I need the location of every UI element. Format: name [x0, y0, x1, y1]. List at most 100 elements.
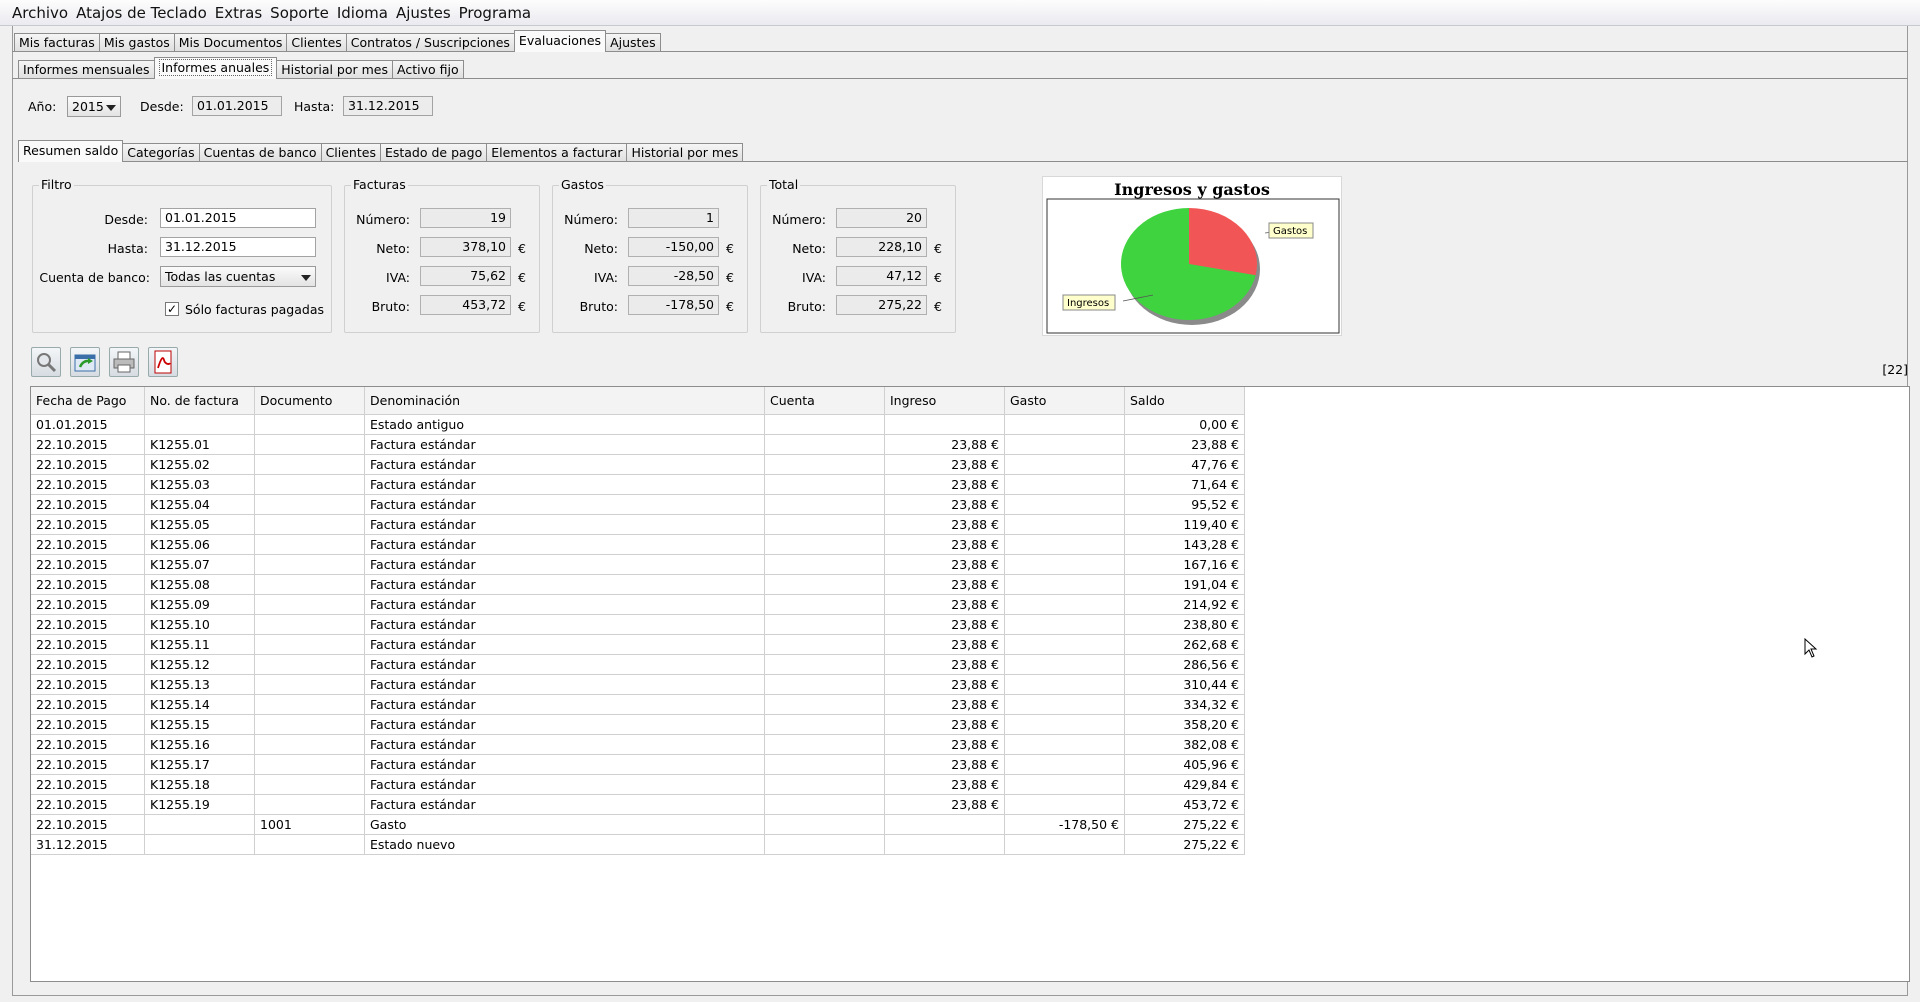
table-row[interactable]: 22.10.2015 K1255.19 Factura estándar 23,88 … — [31, 795, 1245, 815]
menu-archivo[interactable]: Archivo — [12, 4, 68, 22]
export-button[interactable] — [70, 347, 100, 377]
table-cell — [765, 655, 885, 675]
year-select[interactable]: 2015 — [67, 96, 121, 117]
table-cell: K1255.16 — [145, 735, 255, 755]
paid-only-checkbox[interactable]: ✓ — [165, 302, 179, 316]
filter-to-field[interactable]: 31.12.2015 — [160, 237, 316, 257]
table-cell: 22.10.2015 — [31, 595, 145, 615]
table-cell — [1005, 695, 1125, 715]
pie-label-gastos: Gastos — [1273, 226, 1307, 237]
table-cell — [1005, 635, 1125, 655]
tab-evaluaciones[interactable]: Evaluaciones — [513, 30, 607, 52]
tab-report-historial-por-mes[interactable]: Historial por mes — [626, 143, 744, 162]
menu-ajustes[interactable]: Ajustes — [396, 4, 451, 22]
table-cell — [765, 735, 885, 755]
tab-estado-de-pago[interactable]: Estado de pago — [379, 143, 488, 162]
table-row[interactable]: 22.10.2015 K1255.03 Factura estándar 23,88 … — [31, 475, 1245, 495]
print-button[interactable] — [109, 347, 139, 377]
table-row[interactable]: 22.10.2015 K1255.09 Factura estándar 23,88 … — [31, 595, 1245, 615]
table-row[interactable]: 22.10.2015 1001 Gasto -178,50 €275,22 € — [31, 815, 1245, 835]
magnifier-icon — [37, 353, 57, 373]
table-row[interactable]: 22.10.2015 K1255.02 Factura estándar 23,88 … — [31, 455, 1245, 475]
table-row[interactable]: 22.10.2015 K1255.11 Factura estándar 23,88 … — [31, 635, 1245, 655]
table-row[interactable]: 31.12.2015 Estado nuevo 275,22 € — [31, 835, 1245, 855]
tab-cuentas-de-banco[interactable]: Cuentas de banco — [198, 143, 322, 162]
table-cell: 0,00 € — [1125, 415, 1245, 435]
table-cell: K1255.15 — [145, 715, 255, 735]
table-cell — [1005, 655, 1125, 675]
period-to-label: Hasta: — [294, 99, 335, 114]
tab-categorias[interactable]: Categorías — [122, 143, 200, 162]
tab-mis-facturas[interactable]: Mis facturas — [14, 33, 100, 52]
column-header[interactable]: No. de factura — [145, 387, 255, 415]
table-cell: 262,68 € — [1125, 635, 1245, 655]
menu-soporte[interactable]: Soporte — [270, 4, 329, 22]
tab-informes-mensuales[interactable]: Informes mensuales — [18, 60, 155, 79]
tab-clientes[interactable]: Clientes — [286, 33, 347, 52]
paid-only-label: Sólo facturas pagadas — [185, 302, 325, 317]
table-cell — [255, 735, 365, 755]
menu-programa[interactable]: Programa — [459, 4, 531, 22]
column-header[interactable]: Cuenta — [765, 387, 885, 415]
menu-atajos-de-teclado[interactable]: Atajos de Teclado — [76, 4, 207, 22]
table-row[interactable]: 22.10.2015 K1255.05 Factura estándar 23,88 … — [31, 515, 1245, 535]
column-header[interactable]: Gasto — [1005, 387, 1125, 415]
menu-idioma[interactable]: Idioma — [337, 4, 388, 22]
table-row[interactable]: 22.10.2015 K1255.16 Factura estándar 23,88 … — [31, 735, 1245, 755]
menu-extras[interactable]: Extras — [215, 4, 262, 22]
table-cell: 214,92 € — [1125, 595, 1245, 615]
summary-neto-label: Neto: — [376, 241, 410, 256]
column-header[interactable]: Ingreso — [885, 387, 1005, 415]
table-row[interactable]: 22.10.2015 K1255.06 Factura estándar 23,88 … — [31, 535, 1245, 555]
table-row[interactable]: 22.10.2015 K1255.07 Factura estándar 23,88 … — [31, 555, 1245, 575]
table-cell: Gasto — [365, 815, 765, 835]
search-button[interactable] — [31, 347, 61, 377]
tab-informes-anuales[interactable]: Informes anuales — [153, 57, 278, 79]
table-cell — [765, 775, 885, 795]
currency-symbol: € — [934, 270, 942, 285]
tab-report-clientes[interactable]: Clientes — [320, 143, 381, 162]
table-cell: Factura estándar — [365, 695, 765, 715]
tab-activo-fijo[interactable]: Activo fijo — [392, 60, 464, 79]
table-row[interactable]: 22.10.2015 K1255.14 Factura estándar 23,88 … — [31, 695, 1245, 715]
table-cell — [255, 435, 365, 455]
table-cell: K1255.09 — [145, 595, 255, 615]
table-cell: 22.10.2015 — [31, 555, 145, 575]
table-row[interactable]: 22.10.2015 K1255.17 Factura estándar 23,88 … — [31, 755, 1245, 775]
table-row[interactable]: 22.10.2015 K1255.15 Factura estándar 23,88 … — [31, 715, 1245, 735]
table-cell: 23,88 € — [885, 775, 1005, 795]
table-row[interactable]: 22.10.2015 K1255.01 Factura estándar 23,88 … — [31, 435, 1245, 455]
tab-ajustes[interactable]: Ajustes — [605, 33, 661, 52]
table-row[interactable]: 22.10.2015 K1255.10 Factura estándar 23,88 … — [31, 615, 1245, 635]
tab-resumen-saldo[interactable]: Resumen saldo — [18, 140, 124, 162]
table-cell: 23,88 € — [885, 655, 1005, 675]
bank-account-select[interactable]: Todas las cuentas — [160, 266, 316, 287]
column-header[interactable]: Denominación — [365, 387, 765, 415]
tab-mis-gastos[interactable]: Mis gastos — [98, 33, 175, 52]
column-header[interactable]: Fecha de Pago — [31, 387, 145, 415]
column-header[interactable]: Saldo — [1125, 387, 1245, 415]
table-row[interactable]: 22.10.2015 K1255.08 Factura estándar 23,88 … — [31, 575, 1245, 595]
table-cell: Estado nuevo — [365, 835, 765, 855]
tab-historial-por-mes[interactable]: Historial por mes — [276, 60, 394, 79]
column-header[interactable]: Documento — [255, 387, 365, 415]
table-row[interactable]: 22.10.2015 K1255.04 Factura estándar 23,88 … — [31, 495, 1245, 515]
summary-iva-label: IVA: — [802, 270, 826, 285]
pdf-button[interactable] — [148, 347, 178, 377]
table-cell: K1255.10 — [145, 615, 255, 635]
table-cell: 23,88 € — [885, 495, 1005, 515]
table-row[interactable]: 22.10.2015 K1255.13 Factura estándar 23,88 … — [31, 675, 1245, 695]
table-row[interactable]: 22.10.2015 K1255.18 Factura estándar 23,88 … — [31, 775, 1245, 795]
tab-elementos-a-facturar[interactable]: Elementos a facturar — [486, 143, 628, 162]
table-cell: 405,96 € — [1125, 755, 1245, 775]
table-row[interactable]: 01.01.2015 Estado antiguo 0,00 € — [31, 415, 1245, 435]
tab-mis-documentos[interactable]: Mis Documentos — [173, 33, 288, 52]
period-to-field[interactable]: 31.12.2015 — [343, 96, 433, 116]
table-cell: 23,88 € — [885, 475, 1005, 495]
table-row[interactable]: 22.10.2015 K1255.12 Factura estándar 23,88 … — [31, 655, 1245, 675]
tab-contratos-suscripciones[interactable]: Contratos / Suscripciones — [345, 33, 515, 52]
filter-from-field[interactable]: 01.01.2015 — [160, 208, 316, 228]
period-from-field[interactable]: 01.01.2015 — [192, 96, 282, 116]
summary-bruto-field: 453,72 — [420, 295, 511, 315]
table-cell: K1255.07 — [145, 555, 255, 575]
